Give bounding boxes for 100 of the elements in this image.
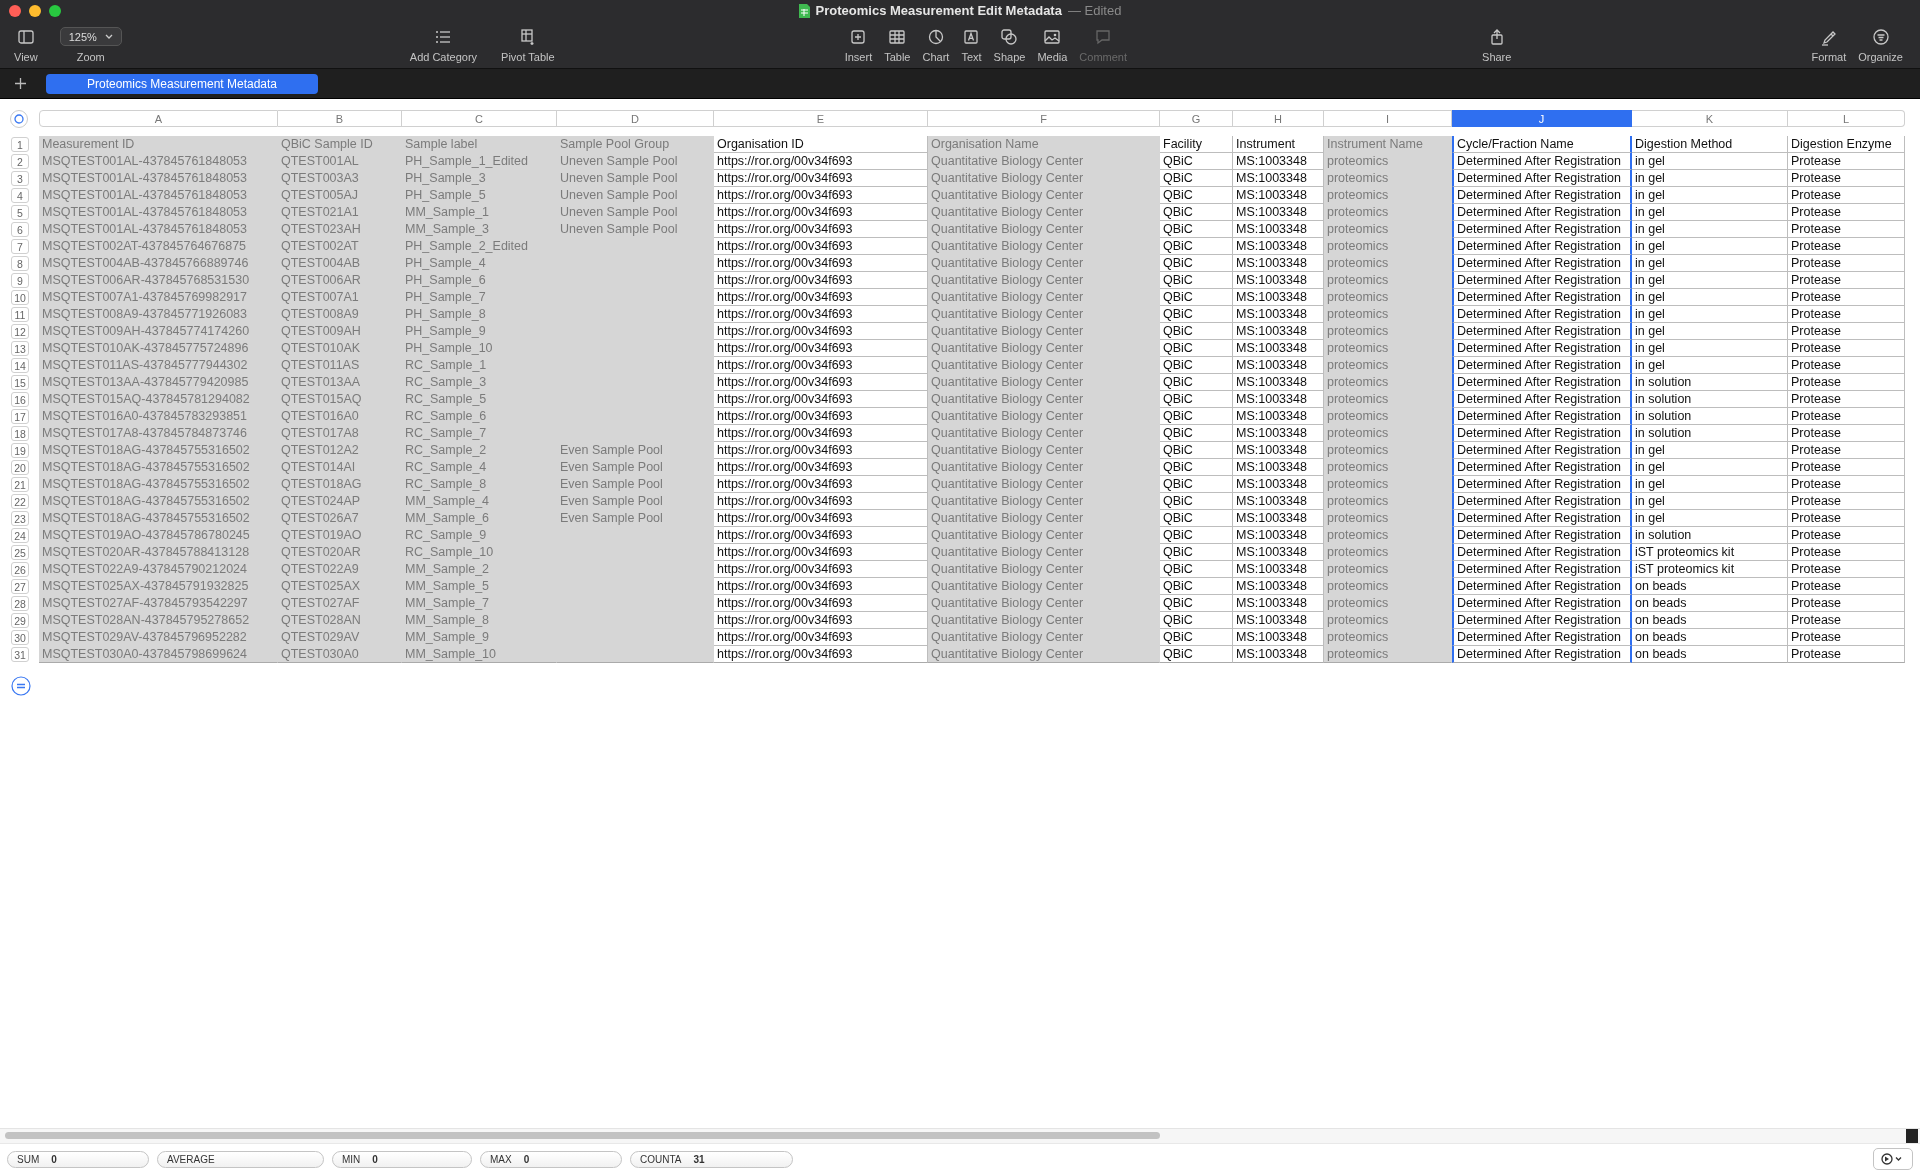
minimize-button[interactable] [29,5,41,17]
horizontal-scrollbar[interactable] [0,1128,1920,1143]
table-cell: MM_Sample_4 [402,493,557,510]
row-number[interactable]: 11 [11,307,29,322]
table-cell: MSQTEST006AR-437845768531530 [39,272,278,289]
table-cell: MSQTEST007A1-437845769982917 [39,289,278,306]
toolbar-button[interactable]: Insert [842,28,875,66]
row-number[interactable]: 25 [11,545,29,560]
table-cell: in gel [1632,153,1788,170]
table-cell: Determined After Registration [1452,340,1632,357]
table-cell: MSQTEST030A0-437845798699624 [39,646,278,663]
row-number[interactable]: 21 [11,477,29,492]
row-number[interactable]: 7 [11,239,29,254]
summary-pill[interactable]: SUM 0 [7,1150,149,1168]
row-number[interactable]: 30 [11,630,29,645]
toolbar-button[interactable]: View [12,28,40,66]
column-title: Sample label [402,136,557,153]
table-cell: MS:1003348 [1233,612,1324,629]
row-number[interactable]: 28 [11,596,29,611]
column-header[interactable]: A [39,110,278,127]
row-number[interactable]: 18 [11,426,29,441]
table-cell: PH_Sample_9 [402,323,557,340]
table-cell: MS:1003348 [1233,459,1324,476]
column-header[interactable]: F [928,110,1160,127]
row-number[interactable]: 12 [11,324,29,339]
row-number[interactable]: 16 [11,392,29,407]
toolbar-button[interactable]: Table [882,28,913,66]
column-header[interactable]: B [278,110,402,127]
table-cell: https://ror.org/00v34f693 [714,221,928,238]
row-number[interactable]: 31 [11,647,29,662]
row-number[interactable]: 22 [11,494,29,509]
row-number[interactable]: 9 [11,273,29,288]
column-header[interactable]: H [1233,110,1324,127]
row-number[interactable]: 8 [11,256,29,271]
table-cell: on beads [1632,595,1788,612]
row-number[interactable]: 3 [11,171,29,186]
column-header[interactable]: K [1632,110,1788,127]
column-header[interactable]: G [1160,110,1233,127]
row-number[interactable]: 1 [11,137,29,152]
toolbar-button[interactable]: Add Category [407,28,480,66]
row-number[interactable]: 19 [11,443,29,458]
column-header[interactable]: D [557,110,714,127]
row-number[interactable]: 20 [11,460,29,475]
table-cell: Quantitative Biology Center [928,459,1160,476]
plus-square-icon [849,28,868,46]
row-number[interactable]: 10 [11,290,29,305]
row-number[interactable]: 13 [11,341,29,356]
table-cell: Determined After Registration [1452,391,1632,408]
table-cell: MS:1003348 [1233,204,1324,221]
column-header[interactable]: L [1788,110,1905,127]
table-cell: Quantitative Biology Center [928,612,1160,629]
table-cell: QBiC [1160,510,1233,527]
toolbar-button[interactable]: Shape [991,28,1028,66]
row-number[interactable]: 29 [11,613,29,628]
row-number[interactable]: 15 [11,375,29,390]
zoom-button[interactable] [49,5,61,17]
column-header[interactable]: I [1324,110,1452,127]
row-number[interactable]: 26 [11,562,29,577]
table-cell: QTEST018AG [278,476,402,493]
add-row-icon[interactable] [11,676,31,696]
table-cell: QBiC [1160,170,1233,187]
column-header[interactable]: C [402,110,557,127]
summary-pill[interactable]: COUNTA 31 [630,1150,793,1168]
row-number[interactable]: 23 [11,511,29,526]
toolbar-button[interactable]: 125% Zoom [57,27,124,66]
row-number[interactable]: 27 [11,579,29,594]
summary-pill[interactable]: MIN 0 [332,1150,472,1168]
table-cell: proteomics [1324,442,1452,459]
table-cell: Even Sample Pool [557,459,714,476]
row-number[interactable]: 4 [11,188,29,203]
row-number[interactable]: 14 [11,358,29,373]
add-sheet-icon[interactable] [15,78,26,89]
shapes-icon [1000,28,1019,46]
table-cell: in gel [1632,476,1788,493]
toolbar-button[interactable]: Text [959,28,984,66]
row-number[interactable]: 2 [11,154,29,169]
toolbar-button[interactable]: Pivot Table [499,28,557,66]
zoom-dropdown[interactable]: 125% [59,27,122,46]
toolbar-button[interactable]: Format [1809,28,1849,66]
table-cell: QBiC [1160,578,1233,595]
toolbar-button[interactable]: Share [1480,28,1514,66]
summary-options-button[interactable] [1873,1148,1913,1170]
summary-pill[interactable]: MAX 0 [480,1150,622,1168]
toolbar-button[interactable]: Chart [920,28,952,66]
table-cell: proteomics [1324,510,1452,527]
row-number[interactable]: 24 [11,528,29,543]
sheet-tab[interactable]: Proteomics Measurement Metadata [46,73,318,94]
summary-pill[interactable]: AVERAGE [157,1150,324,1168]
toolbar-button[interactable]: Media [1035,28,1070,66]
table-cell: proteomics [1324,289,1452,306]
close-button[interactable] [9,5,21,17]
column-header[interactable]: J [1452,110,1632,127]
table-cell: Determined After Registration [1452,323,1632,340]
row-number[interactable]: 17 [11,409,29,424]
row-number[interactable]: 6 [11,222,29,237]
column-header[interactable]: E [714,110,928,127]
table-cell: MSQTEST029AV-437845796952282 [39,629,278,646]
row-number[interactable]: 5 [11,205,29,220]
toolbar-button[interactable]: Organize [1856,28,1905,66]
table-cell: MSQTEST001AL-437845761848053 [39,187,278,204]
